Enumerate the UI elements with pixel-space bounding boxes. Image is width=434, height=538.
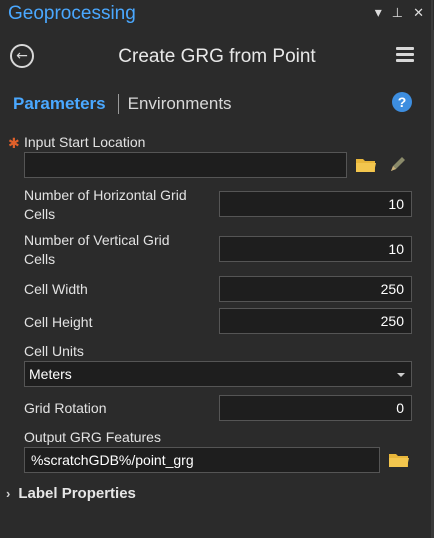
output-folder-icon[interactable] — [388, 451, 410, 469]
cell-units-label: Cell Units — [24, 343, 84, 359]
horizontal-cells-label-line2: Cells — [24, 206, 56, 222]
cell-height-label: Cell Height — [24, 314, 93, 330]
tab-environments[interactable]: Environments — [128, 94, 232, 114]
grid-rotation-label: Grid Rotation — [24, 400, 107, 416]
vertical-cells-label-line1: Number of Vertical Grid — [24, 232, 170, 248]
input-start-location-label: Input Start Location — [24, 134, 146, 150]
tool-header: ← Create GRG from Point — [0, 38, 434, 74]
caret-down-icon — [397, 373, 405, 377]
cell-width-input[interactable]: 250 — [219, 276, 412, 302]
tab-parameters[interactable]: Parameters — [13, 94, 106, 114]
options-dropdown-icon[interactable]: ▾ — [375, 4, 382, 21]
output-features-field[interactable]: %scratchGDB%/point_grg — [24, 447, 380, 473]
label-properties-expander[interactable]: › Label Properties — [6, 485, 136, 502]
pane-title: Geoprocessing — [8, 3, 136, 24]
cell-units-value: Meters — [29, 366, 72, 382]
hamburger-menu-icon[interactable] — [396, 47, 414, 63]
tool-title: Create GRG from Point — [118, 46, 316, 67]
horizontal-cells-input[interactable]: 10 — [219, 191, 412, 217]
pin-icon[interactable]: ⊥ — [392, 5, 403, 21]
grid-rotation-input[interactable]: 0 — [219, 395, 412, 421]
label-properties-label: Label Properties — [18, 485, 136, 502]
vertical-cells-label-line2: Cells — [24, 251, 56, 267]
cell-height-input[interactable]: 250 — [219, 308, 412, 334]
folder-icon[interactable] — [355, 156, 377, 174]
horizontal-cells-label: Number of Horizontal Grid Cells — [24, 186, 187, 224]
vertical-cells-label: Number of Vertical Grid Cells — [24, 231, 170, 269]
required-asterisk-icon: ✱ — [8, 135, 20, 151]
tab-divider — [117, 94, 119, 114]
cell-units-select[interactable]: Meters — [24, 361, 412, 387]
pane-titlebar: Geoprocessing ▾ ⊥ ✕ — [0, 0, 434, 30]
vertical-cells-input[interactable]: 10 — [219, 236, 412, 262]
chevron-right-icon: › — [6, 486, 11, 501]
cell-width-label: Cell Width — [24, 281, 88, 297]
pencil-icon[interactable] — [388, 154, 408, 174]
pane-right-edge — [431, 0, 433, 538]
help-icon[interactable]: ? — [392, 92, 412, 112]
input-start-location-field[interactable] — [24, 152, 347, 178]
close-icon[interactable]: ✕ — [413, 5, 424, 21]
horizontal-cells-label-line1: Number of Horizontal Grid — [24, 187, 187, 203]
output-features-label: Output GRG Features — [24, 429, 161, 445]
geoprocessing-pane: Geoprocessing ▾ ⊥ ✕ ← Create GRG from Po… — [0, 0, 434, 538]
tab-strip: Parameters Environments — [13, 92, 232, 116]
window-controls: ▾ ⊥ ✕ — [375, 4, 424, 21]
